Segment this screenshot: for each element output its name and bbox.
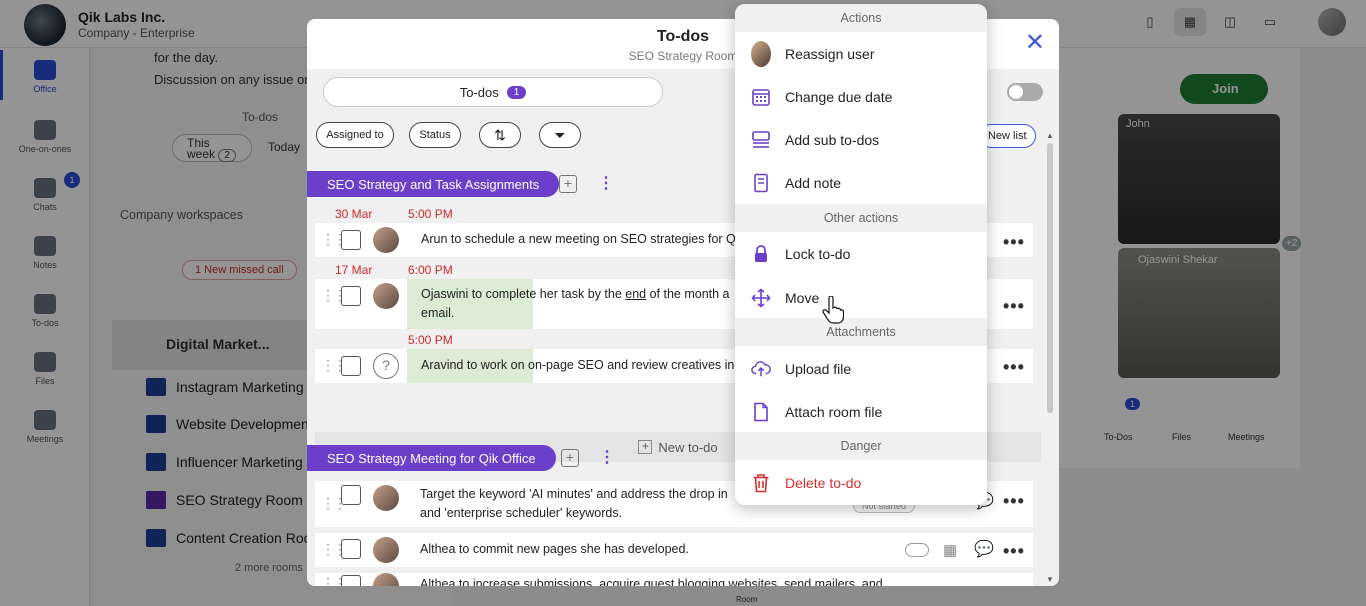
delete-todo-item[interactable]: Delete to-do: [735, 463, 987, 503]
assignee-avatar: [373, 283, 399, 309]
todo-time: 6:00 PM: [408, 263, 453, 277]
more-options-icon[interactable]: •••: [1003, 491, 1025, 512]
todo-text[interactable]: Ojaswini to complete her task by the end…: [421, 285, 730, 304]
status-toggle-icon[interactable]: [905, 543, 929, 557]
todo-checkbox[interactable]: [341, 539, 361, 559]
scroll-up-icon[interactable]: ▲: [1046, 131, 1054, 140]
todo-row[interactable]: ⋮⋮ Althea to commit new pages she has de…: [315, 533, 1033, 567]
add-note-item[interactable]: Add note: [735, 163, 987, 203]
todo-text-line2: email.: [421, 306, 455, 320]
todo-time: 5:00 PM: [408, 333, 453, 347]
menu-header-other-actions: Other actions: [735, 204, 987, 232]
menu-item-label: Add sub to-dos: [785, 132, 880, 148]
todo-text-line2: and 'enterprise scheduler' keywords.: [420, 506, 623, 520]
todo-text[interactable]: Althea to increase submissions, acquire …: [420, 575, 883, 586]
todo-checkbox[interactable]: [341, 575, 361, 586]
plus-icon: +: [638, 440, 653, 454]
new-todo-label: New to-do: [658, 439, 718, 455]
todo-checkbox[interactable]: [341, 485, 361, 505]
unassigned-icon: ?: [373, 353, 399, 379]
todo-text[interactable]: Target the keyword 'AI minutes' and addr…: [420, 485, 728, 504]
todo-date: 30 Mar: [335, 207, 373, 221]
lock-icon: [751, 244, 771, 264]
scrollbar[interactable]: ▲ ▼: [1045, 131, 1055, 586]
todo-checkbox[interactable]: [341, 230, 361, 250]
user-avatar-icon: [751, 41, 771, 67]
filter-status[interactable]: Status: [409, 122, 461, 148]
section-title[interactable]: SEO Strategy Meeting for Qik Office: [307, 445, 556, 471]
assignee-avatar: [373, 573, 399, 586]
todo-checkbox[interactable]: [341, 356, 361, 376]
todo-text[interactable]: Aravind to work on on-page SEO and revie…: [421, 356, 734, 375]
move-icon: [751, 288, 771, 308]
assignee-avatar: [373, 227, 399, 253]
todo-context-menu: Actions Reassign user Change due date Ad…: [735, 4, 987, 505]
tab-label: To-dos: [459, 84, 499, 100]
section-menu-icon[interactable]: ⋮: [599, 447, 615, 467]
calendar-icon: [751, 87, 771, 107]
more-options-icon[interactable]: •••: [1003, 232, 1025, 253]
menu-item-label: Add note: [785, 175, 842, 191]
section-menu-icon[interactable]: ⋮: [598, 173, 614, 193]
lock-todo-item[interactable]: Lock to-do: [735, 234, 987, 274]
note-icon: [751, 173, 771, 193]
assignee-avatar: [373, 537, 399, 563]
view-toggle[interactable]: [1007, 83, 1043, 101]
reassign-user-item[interactable]: Reassign user: [735, 34, 987, 74]
filter-assigned-to[interactable]: Assigned to: [316, 122, 394, 148]
add-section-icon[interactable]: +: [561, 449, 579, 467]
todo-text-underline: end: [625, 287, 647, 301]
change-due-date-item[interactable]: Change due date: [735, 77, 987, 117]
sort-icon[interactable]: ⇅: [479, 122, 521, 148]
todo-text-part: Ojaswini to complete her task by the: [421, 287, 626, 301]
menu-item-label: Upload file: [785, 361, 852, 377]
trash-icon: [751, 473, 771, 493]
todo-text-part: of the month a: [646, 287, 730, 301]
more-options-icon[interactable]: •••: [1003, 357, 1025, 378]
tab-todos[interactable]: To-dos 1: [323, 77, 663, 107]
upload-file-item[interactable]: Upload file: [735, 349, 987, 389]
menu-item-label: Change due date: [785, 89, 893, 105]
todo-time: 5:00 PM: [408, 207, 453, 221]
section-title[interactable]: SEO Strategy and Task Assignments: [307, 171, 560, 197]
file-icon: [751, 402, 771, 422]
add-sub-todos-item[interactable]: Add sub to-dos: [735, 120, 987, 160]
menu-header-actions: Actions: [735, 4, 987, 32]
move-item[interactable]: Move: [735, 278, 987, 318]
scroll-down-icon[interactable]: ▼: [1046, 575, 1054, 584]
menu-item-label: Delete to-do: [785, 475, 862, 491]
menu-item-label: Reassign user: [785, 46, 875, 62]
todo-text[interactable]: Arun to schedule a new meeting on SEO st…: [421, 230, 736, 249]
assignee-avatar: [373, 485, 399, 511]
scroll-thumb[interactable]: [1047, 143, 1053, 413]
tab-count-badge: 1: [506, 85, 527, 99]
comment-icon[interactable]: 💬: [974, 539, 994, 559]
calendar-icon[interactable]: ▦: [943, 541, 957, 559]
new-list-button[interactable]: New list: [979, 124, 1036, 148]
attach-room-file-item[interactable]: Attach room file: [735, 392, 987, 432]
menu-header-danger: Danger: [735, 432, 987, 460]
menu-item-label: Move: [785, 290, 820, 306]
todo-row[interactable]: ⋮⋮ Althea to increase submissions, acqui…: [315, 573, 1033, 586]
more-options-icon[interactable]: •••: [1003, 296, 1025, 317]
menu-item-label: Attach room file: [785, 404, 883, 420]
todo-date: 17 Mar: [335, 263, 373, 277]
todo-checkbox[interactable]: [341, 286, 361, 306]
hand-cursor-icon: [822, 295, 845, 327]
list-icon: [751, 130, 771, 150]
filter-icon[interactable]: ⏷: [539, 122, 581, 148]
close-icon[interactable]: ✕: [1025, 31, 1045, 55]
cloud-upload-icon: [751, 359, 771, 379]
menu-item-label: Lock to-do: [785, 246, 851, 262]
todo-text[interactable]: Althea to commit new pages she has devel…: [420, 540, 689, 559]
more-options-icon[interactable]: •••: [1003, 541, 1025, 562]
menu-header-attachments: Attachments: [735, 318, 987, 346]
add-section-icon[interactable]: +: [559, 175, 577, 193]
